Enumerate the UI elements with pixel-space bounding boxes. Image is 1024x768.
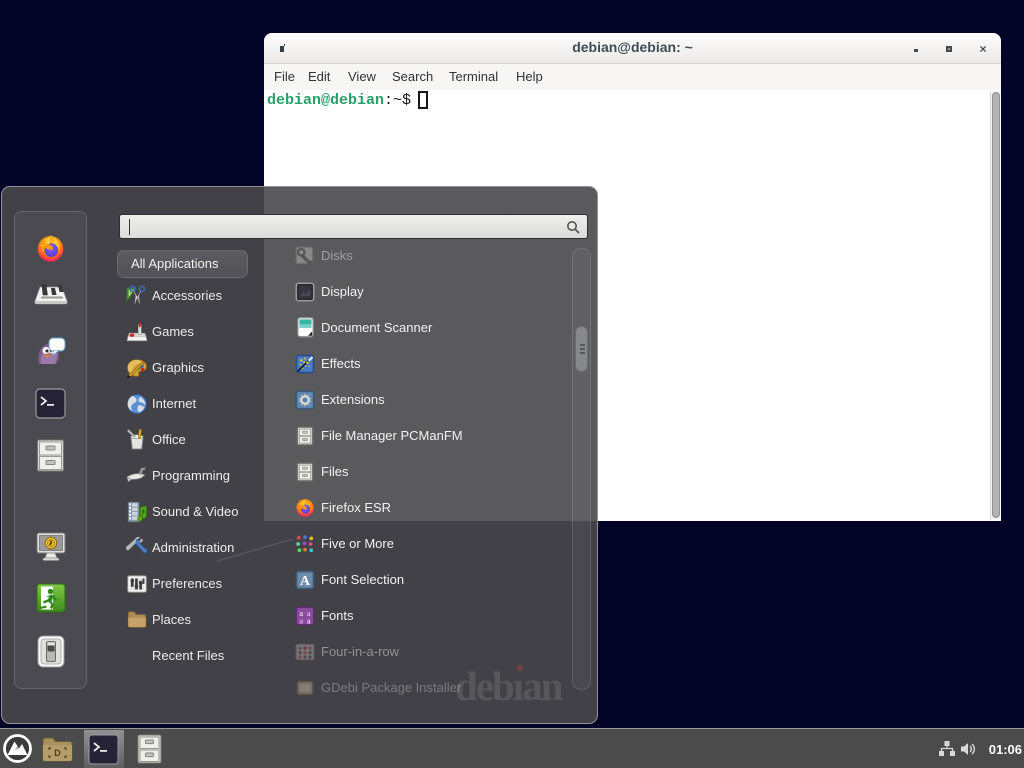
svg-text:D: D [54, 748, 61, 758]
svg-text:A: A [300, 573, 310, 588]
svg-text:a: a [299, 616, 303, 626]
svg-text:a: a [307, 616, 311, 626]
